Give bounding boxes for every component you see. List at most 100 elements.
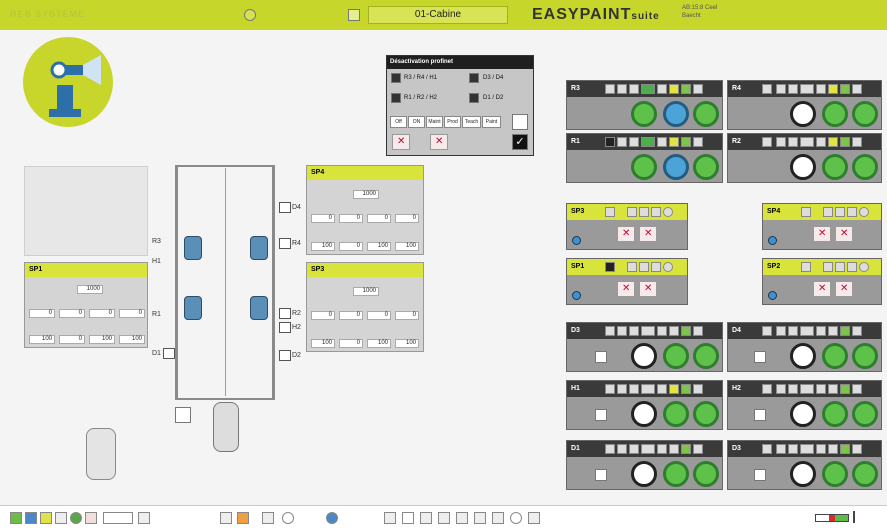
warning-icon[interactable]: [629, 84, 639, 94]
counter-field[interactable]: [103, 512, 133, 524]
gun-icon[interactable]: [852, 444, 862, 454]
warning-icon[interactable]: [629, 137, 639, 147]
move-icon[interactable]: [816, 384, 826, 394]
value-cell[interactable]: 100: [311, 339, 335, 348]
mode-knob[interactable]: [663, 154, 689, 180]
check-icon[interactable]: [605, 262, 615, 272]
warning-icon[interactable]: [788, 444, 798, 454]
disable-icon[interactable]: [835, 281, 853, 297]
house-icon[interactable]: [402, 512, 414, 524]
mode-knob[interactable]: [822, 401, 848, 427]
run-icon[interactable]: [840, 444, 850, 454]
move-icon[interactable]: [835, 207, 845, 217]
on-toggle[interactable]: [800, 137, 814, 147]
speed-value[interactable]: 1000: [353, 190, 379, 199]
mode-paint[interactable]: Paint: [482, 116, 501, 128]
pause-icon[interactable]: [669, 326, 679, 336]
mode-knob[interactable]: [852, 101, 878, 127]
run-icon[interactable]: [681, 384, 691, 394]
mode-knob[interactable]: [663, 461, 689, 487]
warning-icon[interactable]: [788, 326, 798, 336]
status-icon[interactable]: [762, 444, 772, 454]
monitor-icon[interactable]: [348, 9, 360, 21]
on-toggle[interactable]: [641, 444, 655, 454]
mode-knob[interactable]: [852, 154, 878, 180]
run-icon[interactable]: [681, 84, 691, 94]
mode-knob[interactable]: [693, 154, 719, 180]
group-toggle-icon[interactable]: [469, 73, 479, 83]
move-icon[interactable]: [816, 444, 826, 454]
alarm-icon[interactable]: [237, 512, 249, 524]
speed-value[interactable]: 1000: [353, 287, 379, 296]
disable-icon[interactable]: [813, 281, 831, 297]
mode-knob[interactable]: [631, 343, 657, 369]
mode-knob[interactable]: [663, 401, 689, 427]
status-icon[interactable]: [801, 207, 811, 217]
move-icon[interactable]: [657, 84, 667, 94]
link-icon[interactable]: [456, 512, 468, 524]
mode-knob[interactable]: [631, 401, 657, 427]
door-slot-icon[interactable]: [163, 348, 175, 359]
warning-icon[interactable]: [629, 444, 639, 454]
mode-knob[interactable]: [790, 343, 816, 369]
layout-icon[interactable]: [25, 512, 37, 524]
mode-knob[interactable]: [790, 154, 816, 180]
check-icon[interactable]: [776, 326, 786, 336]
move-icon[interactable]: [816, 326, 826, 336]
on-toggle[interactable]: [641, 137, 655, 147]
mode-knob[interactable]: [852, 343, 878, 369]
disable-icon[interactable]: [430, 134, 448, 150]
gun-icon[interactable]: [852, 137, 862, 147]
person-icon[interactable]: [138, 512, 150, 524]
door-icon[interactable]: [595, 351, 607, 363]
check-icon[interactable]: [617, 384, 627, 394]
export-icon[interactable]: [384, 512, 396, 524]
mode-knob[interactable]: [822, 154, 848, 180]
pause-icon[interactable]: [669, 84, 679, 94]
gun-icon[interactable]: [651, 207, 661, 217]
check-icon[interactable]: [776, 84, 786, 94]
bar-icon[interactable]: [262, 512, 274, 524]
pause-icon[interactable]: [828, 444, 838, 454]
music-icon[interactable]: [438, 512, 450, 524]
group-d3-d4[interactable]: D3 / D4: [483, 72, 503, 84]
pause-icon[interactable]: [669, 384, 679, 394]
door-icon[interactable]: [754, 469, 766, 481]
on-toggle[interactable]: [800, 84, 814, 94]
mode-knob[interactable]: [822, 461, 848, 487]
value-cell[interactable]: 0: [395, 311, 419, 320]
pause-icon[interactable]: [40, 512, 52, 524]
mode-knob[interactable]: [663, 101, 689, 127]
pause-icon[interactable]: [828, 137, 838, 147]
robot-r4-icon[interactable]: [250, 236, 268, 260]
robot-r1-icon[interactable]: [184, 296, 202, 320]
status-icon[interactable]: [605, 444, 615, 454]
value-cell[interactable]: 0: [339, 311, 363, 320]
pendant-icon[interactable]: [175, 407, 191, 423]
warning-icon[interactable]: [627, 207, 637, 217]
mode-knob[interactable]: [693, 101, 719, 127]
confirm-check-icon[interactable]: ✓: [512, 134, 528, 150]
gun-icon[interactable]: [852, 384, 862, 394]
gear-icon[interactable]: [663, 262, 673, 272]
run-icon[interactable]: [840, 326, 850, 336]
disable-icon[interactable]: [617, 226, 635, 242]
gear-icon[interactable]: [663, 207, 673, 217]
teach-pendant-icon[interactable]: [213, 402, 239, 452]
status-icon[interactable]: [801, 262, 811, 272]
robot-r2-icon[interactable]: [250, 296, 268, 320]
mode-knob[interactable]: [693, 401, 719, 427]
value-cell[interactable]: 100: [29, 335, 55, 344]
cabin-selector[interactable]: 01-Cabine: [368, 6, 508, 24]
move-icon[interactable]: [816, 137, 826, 147]
gun-icon[interactable]: [852, 326, 862, 336]
value-cell[interactable]: 100: [119, 335, 145, 344]
move-icon[interactable]: [639, 207, 649, 217]
door-slot-icon[interactable]: [279, 350, 291, 361]
screen-icon[interactable]: [420, 512, 432, 524]
group-r1-r2-h2[interactable]: R1 / R2 / H2: [404, 92, 437, 104]
gun-icon[interactable]: [651, 262, 661, 272]
on-toggle[interactable]: [641, 384, 655, 394]
robot-arm-icon[interactable]: [492, 512, 504, 524]
check-icon[interactable]: [776, 444, 786, 454]
